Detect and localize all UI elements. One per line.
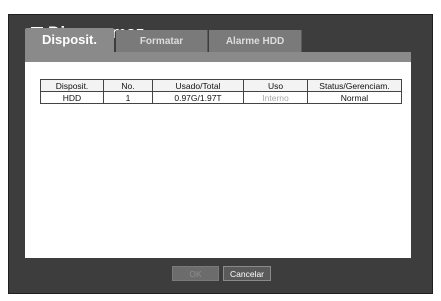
- table-header-row: Disposit. No. Usado/Total Uso Status/Ger…: [40, 79, 402, 92]
- column-header-usage: Uso: [243, 79, 308, 92]
- device-table: Disposit. No. Usado/Total Uso Status/Ger…: [40, 79, 402, 104]
- ok-button[interactable]: OK: [172, 266, 219, 281]
- cancel-button[interactable]: Cancelar: [223, 266, 271, 281]
- column-header-device: Disposit.: [40, 79, 104, 92]
- cell-used-total: 0.97G/1.97T: [152, 91, 244, 104]
- column-header-status: Status/Gerenciam.: [307, 79, 402, 92]
- cell-status: Normal: [307, 91, 402, 104]
- column-header-used-total: Usado/Total: [152, 79, 244, 92]
- content-panel: Disposit. No. Usado/Total Uso Status/Ger…: [25, 62, 411, 258]
- column-header-number: No.: [103, 79, 153, 92]
- cell-usage: Interno: [243, 91, 308, 104]
- cell-device: HDD: [40, 91, 104, 104]
- table-row[interactable]: HDD 1 0.97G/1.97T Interno Normal: [40, 91, 402, 104]
- tab-strip: [25, 52, 411, 62]
- tab-device[interactable]: Disposit.: [25, 28, 114, 52]
- tab-format[interactable]: Formatar: [116, 30, 208, 52]
- cell-number: 1: [103, 91, 153, 104]
- tab-hdd-alarm[interactable]: Alarme HDD: [209, 30, 302, 52]
